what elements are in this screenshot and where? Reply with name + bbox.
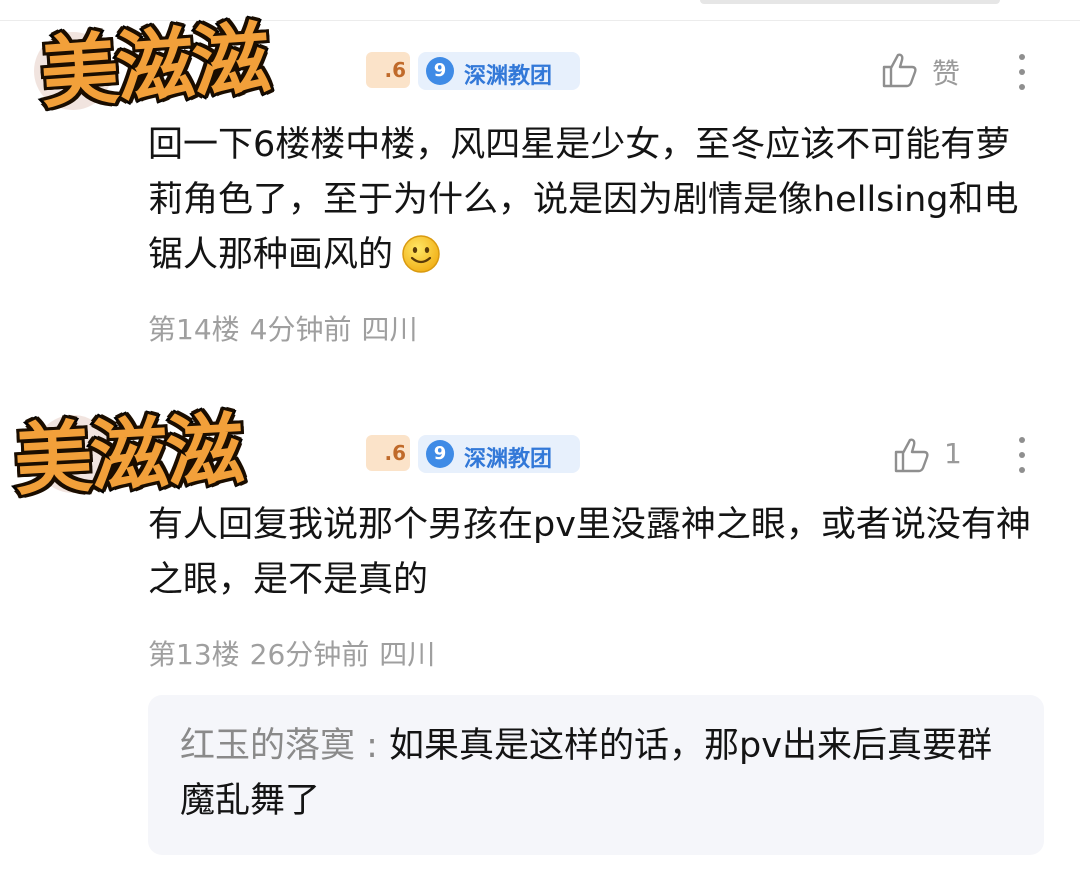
thumbs-up-icon[interactable] bbox=[880, 50, 920, 90]
fan-badge-level: 9 bbox=[426, 440, 454, 468]
location: 四川 bbox=[361, 313, 418, 346]
comment-text: 有人回复我说那个男孩在pv里没露神之眼，或者说没有神之眼，是不是真的 bbox=[148, 505, 1031, 600]
reply-username[interactable]: 红玉的落寞 : bbox=[180, 726, 389, 766]
comment-text: 回一下6楼楼中楼，风四星是少女，至冬应该不可能有萝莉角色了，至于为什么，说是因为… bbox=[148, 118, 1038, 283]
like-count[interactable]: 1 bbox=[944, 437, 962, 470]
sticker-text: 美滋滋 bbox=[9, 402, 247, 510]
comment-meta: 第13楼 26分钟前 四川 bbox=[148, 633, 445, 673]
sticker-text: 美滋滋 bbox=[35, 11, 275, 123]
sub-reply: 红玉的落寞 : 如果真是这样的话，那pv出来后真要群魔乱舞了 bbox=[180, 719, 1020, 829]
sticker-overlay: 美滋滋 bbox=[35, 0, 275, 124]
fan-badge-name: 深渊教团 bbox=[464, 447, 553, 472]
user-level-badge: .6 bbox=[366, 435, 410, 471]
fan-badge[interactable]: 9 深渊教团 bbox=[418, 435, 580, 473]
fan-badge[interactable]: 9 深渊教团 bbox=[418, 52, 580, 90]
comment-body: 回一下6楼楼中楼，风四星是少女，至冬应该不可能有萝莉角色了，至于为什么，说是因为… bbox=[148, 125, 1019, 275]
top-divider-fragment bbox=[700, 0, 1000, 4]
comment-meta: 第14楼 4分钟前 四川 bbox=[148, 308, 427, 348]
location: 四川 bbox=[379, 638, 436, 671]
sticker-overlay: 美滋滋 bbox=[9, 387, 247, 511]
smiley-emoji-icon bbox=[402, 235, 440, 273]
timestamp: 26分钟前 bbox=[249, 638, 370, 671]
like-label[interactable]: 赞 bbox=[932, 52, 960, 92]
fan-badge-level: 9 bbox=[426, 57, 454, 85]
timestamp: 4分钟前 bbox=[249, 313, 352, 346]
thumbs-up-icon[interactable] bbox=[892, 435, 932, 475]
more-options-icon[interactable] bbox=[1017, 52, 1027, 92]
more-options-icon[interactable] bbox=[1017, 435, 1027, 475]
sub-reply-box[interactable]: 红玉的落寞 : 如果真是这样的话，那pv出来后真要群魔乱舞了 bbox=[148, 695, 1044, 855]
user-level-badge: .6 bbox=[366, 52, 410, 88]
fan-badge-name: 深渊教团 bbox=[464, 64, 553, 89]
floor-number: 第14楼 bbox=[148, 313, 240, 346]
floor-number: 第13楼 bbox=[148, 638, 240, 671]
